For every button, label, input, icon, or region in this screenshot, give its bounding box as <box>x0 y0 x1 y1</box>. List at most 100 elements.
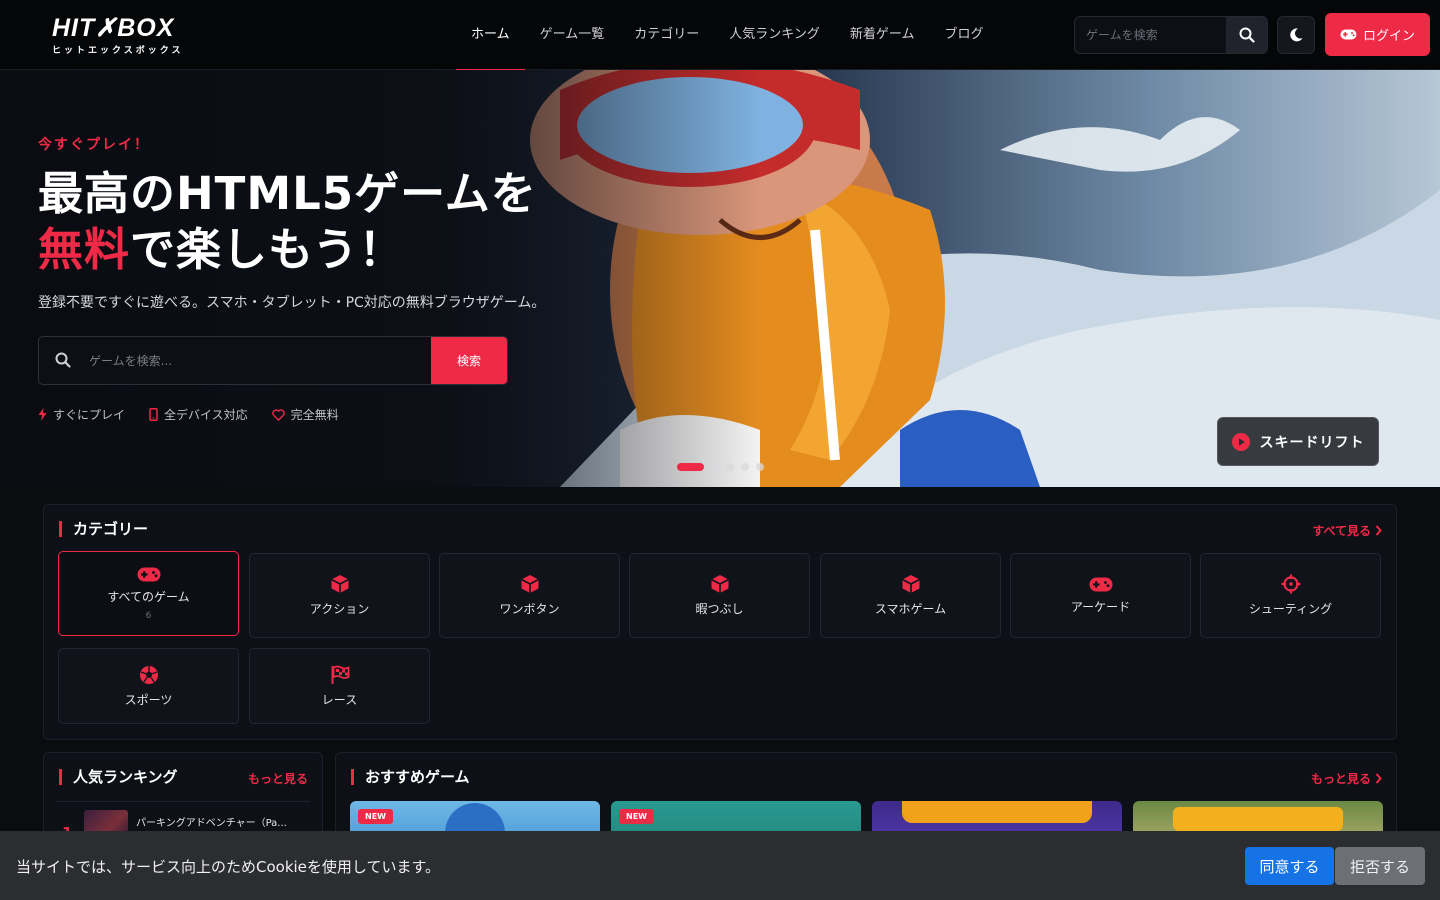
cookie-text: 当サイトでは、サービス向上のためCookieを使用しています。 <box>16 858 440 876</box>
category-time-killer[interactable]: 暇つぶし <box>629 553 810 638</box>
cookie-reject-button[interactable]: 拒否する <box>1335 847 1425 885</box>
hero-title-line1: 最高のHTML5ゲームを <box>38 167 537 220</box>
slide-indicators <box>677 463 764 471</box>
hero-title-line2: 無料で楽しもう！ <box>38 222 537 278</box>
new-badge: NEW <box>619 809 654 824</box>
feature-all-devices: 全デバイス対応 <box>149 406 248 423</box>
hero-description: 登録不要ですぐに遊べる。スマホ・タブレット・PC対応の無料ブラウザゲーム。 <box>38 295 546 311</box>
slide-dot[interactable] <box>677 463 704 471</box>
hero-kicker: 今すぐプレイ！ <box>38 137 150 153</box>
hero-title: 最高のHTML5ゲームを 無料で楽しもう！ <box>38 166 537 278</box>
feature-label: 完全無料 <box>290 408 339 422</box>
site-header: HIT✗BOX ヒットエックスボックス ホーム ゲーム一覧 カテゴリー 人気ラン… <box>0 0 1440 71</box>
feature-instant-play: すぐにプレイ <box>38 406 125 423</box>
category-label: アクション <box>309 602 370 616</box>
featured-game-button[interactable]: スキードリフト <box>1217 417 1379 466</box>
category-label: ワンボタン <box>499 602 560 616</box>
ranking-more-link[interactable]: もっと見る <box>248 770 308 787</box>
rank-game-name: パーキングアドベンチャー（Pa... <box>136 818 287 829</box>
category-mobile-games[interactable]: スマホゲーム <box>820 553 1001 638</box>
header-search-input[interactable] <box>1075 17 1227 53</box>
logo-text: HIT✗BOX <box>52 14 175 42</box>
theme-toggle-button[interactable] <box>1277 16 1315 54</box>
login-label: ログイン <box>1362 29 1415 44</box>
chevron-right-icon <box>1375 525 1382 536</box>
category-arcade[interactable]: アーケード <box>1010 553 1191 638</box>
cookie-banner: 当サイトでは、サービス向上のためCookieを使用しています。 同意する 拒否す… <box>0 831 1440 900</box>
slide-dot[interactable] <box>756 463 764 471</box>
crosshair-icon <box>1281 574 1300 594</box>
cookie-agree-button[interactable]: 同意する <box>1245 847 1334 885</box>
slide-dot[interactable] <box>741 463 749 471</box>
checkered-flag-icon <box>331 665 349 684</box>
category-count: 6 <box>145 610 152 621</box>
section-title: 人気ランキング <box>59 769 178 785</box>
cube-icon <box>520 575 539 593</box>
feature-label: 全デバイス対応 <box>164 408 248 422</box>
logo-subtitle: ヒットエックスボックス <box>52 46 184 56</box>
game-thumbnail <box>902 801 1092 823</box>
more-label: もっと見る <box>1310 772 1371 786</box>
section-title: カテゴリー <box>59 521 148 537</box>
nav-item-new-games[interactable]: 新着ゲーム <box>835 0 930 70</box>
category-sports[interactable]: スポーツ <box>58 648 239 724</box>
category-label: すべてのゲーム <box>107 589 190 604</box>
nav-item-categories[interactable]: カテゴリー <box>619 0 714 70</box>
category-label: アーケード <box>1070 599 1131 614</box>
slide-dot[interactable] <box>726 463 734 471</box>
categories-panel: カテゴリー すべて見る すべてのゲーム 6 アクション ワンボタン 暇つぶし ス… <box>43 504 1397 740</box>
header-search <box>1074 16 1268 54</box>
hero-search: 検索 <box>38 336 508 385</box>
category-label: 暇つぶし <box>695 602 744 616</box>
header-search-button[interactable] <box>1226 17 1267 53</box>
login-button[interactable]: ログイン <box>1325 13 1430 56</box>
heart-icon <box>271 408 285 421</box>
see-all-label: すべて見る <box>1312 524 1371 538</box>
nav-item-ranking[interactable]: 人気ランキング <box>714 0 835 70</box>
site-logo[interactable]: HIT✗BOX ヒットエックスボックス <box>52 14 202 58</box>
section-title: おすすめゲーム <box>351 769 470 785</box>
category-action[interactable]: アクション <box>249 553 430 638</box>
search-icon <box>1239 27 1255 43</box>
category-label: スポーツ <box>124 692 173 707</box>
nav-item-game-list[interactable]: ゲーム一覧 <box>525 0 620 70</box>
main-nav: ホーム ゲーム一覧 カテゴリー 人気ランキング 新着ゲーム ブログ <box>456 0 999 71</box>
recommended-more-link[interactable]: もっと見る <box>1311 770 1382 787</box>
cube-icon <box>710 575 729 593</box>
search-icon <box>55 352 71 368</box>
moon-icon <box>1290 28 1303 42</box>
cube-icon <box>330 575 349 593</box>
category-label: スマホゲーム <box>874 602 947 616</box>
category-label: レース <box>321 692 358 707</box>
category-label: シューティング <box>1248 602 1333 616</box>
category-shooting[interactable]: シューティング <box>1200 553 1381 638</box>
see-all-categories-link[interactable]: すべて見る <box>1312 522 1382 539</box>
hero-overlay <box>0 70 760 487</box>
hero-features: すぐにプレイ 全デバイス対応 完全無料 <box>38 406 339 423</box>
category-one-button[interactable]: ワンボタン <box>439 553 620 638</box>
hero-title-accent: 無料 <box>38 223 131 276</box>
nav-item-home[interactable]: ホーム <box>456 0 525 71</box>
feature-free: 完全無料 <box>271 406 339 423</box>
feature-label: すぐにプレイ <box>53 408 126 422</box>
category-racing[interactable]: レース <box>249 648 430 724</box>
nav-item-blog[interactable]: ブログ <box>930 0 999 70</box>
hero-banner: 今すぐプレイ！ 最高のHTML5ゲームを 無料で楽しもう！ 登録不要ですぐに遊べ… <box>0 70 1440 487</box>
category-all-games[interactable]: すべてのゲーム 6 <box>58 551 239 636</box>
mobile-icon <box>149 408 158 421</box>
new-badge: NEW <box>358 809 393 824</box>
gamepad-icon <box>1340 29 1357 40</box>
play-circle-icon <box>1231 432 1250 451</box>
cube-icon <box>901 575 920 593</box>
hero-title-rest: で楽しもう！ <box>130 223 405 276</box>
gamepad-icon <box>1089 577 1112 591</box>
game-thumbnail <box>1173 807 1343 831</box>
gamepad-icon <box>137 567 160 581</box>
bolt-icon <box>38 408 47 421</box>
chevron-right-icon <box>1375 773 1382 784</box>
featured-game-title: スキードリフト <box>1259 434 1365 451</box>
hero-search-input[interactable] <box>89 337 419 384</box>
slide-dot[interactable] <box>711 463 719 471</box>
soccer-ball-icon <box>139 665 158 684</box>
hero-search-button[interactable]: 検索 <box>431 337 507 384</box>
